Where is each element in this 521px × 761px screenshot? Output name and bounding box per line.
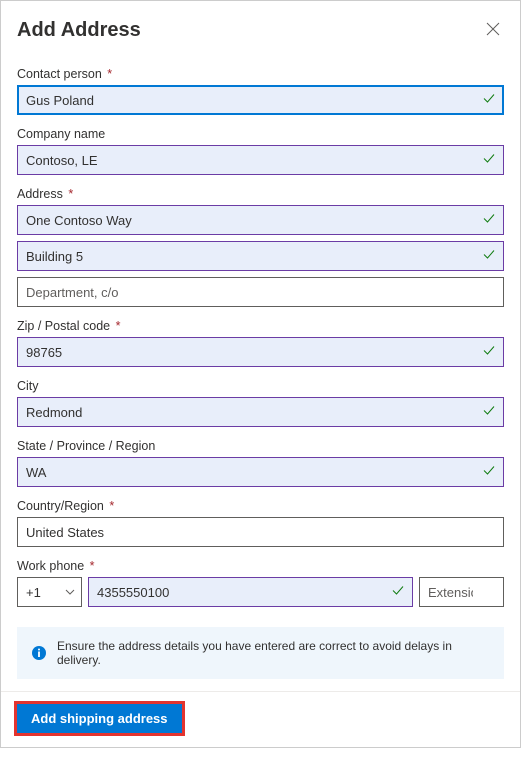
field-zip: Zip / Postal code * <box>17 319 504 367</box>
input-zip[interactable] <box>17 337 504 367</box>
label-work-phone: Work phone * <box>17 559 504 573</box>
required-indicator: * <box>104 67 112 81</box>
label-country: Country/Region * <box>17 499 504 513</box>
chevron-down-icon <box>65 587 75 598</box>
label-address: Address * <box>17 187 504 201</box>
label-company-name: Company name <box>17 127 504 141</box>
input-phone-number[interactable] <box>88 577 413 607</box>
label-contact-person: Contact person * <box>17 67 504 81</box>
input-company-name[interactable] <box>17 145 504 175</box>
dialog-title: Add Address <box>17 19 141 42</box>
input-country[interactable] <box>17 517 504 547</box>
field-company-name: Company name <box>17 127 504 175</box>
input-contact-person[interactable] <box>17 85 504 115</box>
info-banner-text: Ensure the address details you have ente… <box>57 639 490 667</box>
input-address-line3[interactable] <box>17 277 504 307</box>
info-banner: Ensure the address details you have ente… <box>17 627 504 679</box>
input-state[interactable] <box>17 457 504 487</box>
label-state: State / Province / Region <box>17 439 504 453</box>
required-indicator: * <box>106 499 114 513</box>
form-body: Contact person * Company name Address * <box>1 51 520 691</box>
required-indicator: * <box>65 187 73 201</box>
dialog-footer: Add shipping address <box>1 691 520 747</box>
field-state: State / Province / Region <box>17 439 504 487</box>
input-address-line2[interactable] <box>17 241 504 271</box>
field-contact-person: Contact person * <box>17 67 504 115</box>
required-indicator: * <box>86 559 94 573</box>
field-city: City <box>17 379 504 427</box>
dialog-header: Add Address <box>1 1 520 51</box>
field-country: Country/Region * <box>17 499 504 547</box>
info-icon <box>31 645 47 661</box>
input-phone-extension[interactable] <box>419 577 504 607</box>
label-zip: Zip / Postal code * <box>17 319 504 333</box>
select-phone-country-code[interactable]: +1 <box>17 577 82 607</box>
field-address: Address * <box>17 187 504 307</box>
add-shipping-address-button[interactable]: Add shipping address <box>17 704 182 733</box>
field-work-phone: Work phone * +1 <box>17 559 504 607</box>
input-address-line1[interactable] <box>17 205 504 235</box>
label-city: City <box>17 379 504 393</box>
close-icon <box>486 20 500 40</box>
close-button[interactable] <box>482 17 504 43</box>
input-city[interactable] <box>17 397 504 427</box>
required-indicator: * <box>112 319 120 333</box>
